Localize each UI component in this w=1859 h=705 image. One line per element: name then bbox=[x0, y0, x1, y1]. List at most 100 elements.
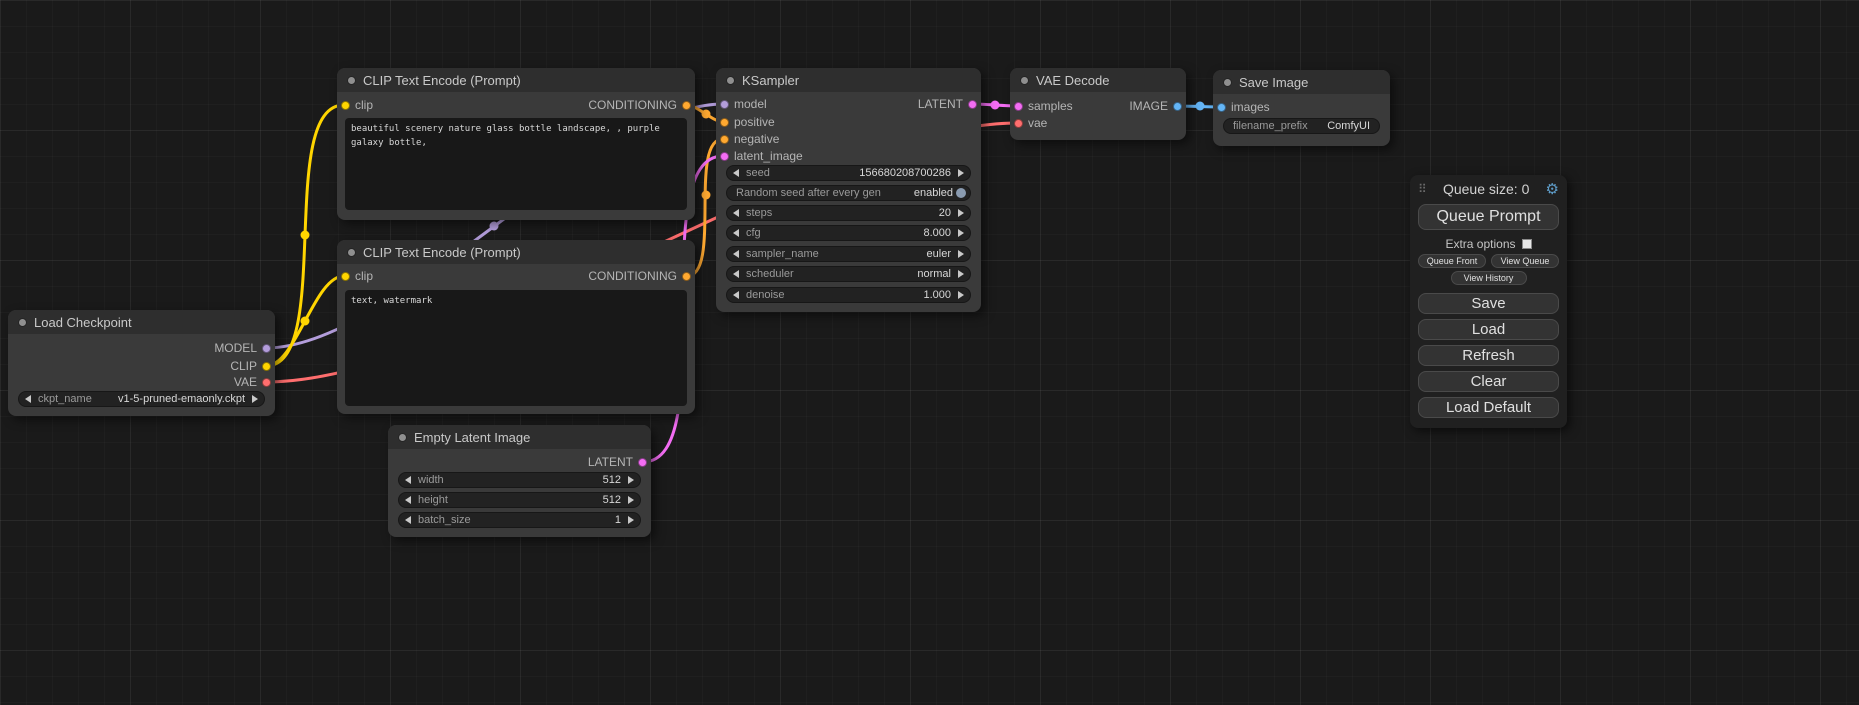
image-slot-dot[interactable] bbox=[1173, 102, 1182, 111]
scheduler-widget[interactable]: scheduler normal bbox=[726, 266, 971, 282]
widget-value: normal bbox=[917, 268, 951, 280]
sampler-name-widget[interactable]: sampler_name euler bbox=[726, 246, 971, 262]
node-clip-text-encode-negative[interactable]: CLIP Text Encode (Prompt) clip CONDITION… bbox=[337, 240, 695, 414]
node-titlebar[interactable]: VAE Decode bbox=[1010, 68, 1186, 92]
image-slot-dot[interactable] bbox=[1217, 103, 1226, 112]
collapse-dot-icon[interactable] bbox=[347, 76, 356, 85]
output-slot-latent: LATENT bbox=[918, 96, 977, 112]
load-button[interactable]: Load bbox=[1418, 319, 1559, 340]
node-empty-latent-image[interactable]: Empty Latent Image LATENT width 512 heig… bbox=[388, 425, 651, 537]
vae-slot-dot[interactable] bbox=[262, 378, 271, 387]
node-vae-decode[interactable]: VAE Decode samples vae IMAGE bbox=[1010, 68, 1186, 140]
view-queue-button[interactable]: View Queue bbox=[1491, 254, 1559, 268]
save-button[interactable]: Save bbox=[1418, 293, 1559, 314]
denoise-widget[interactable]: denoise 1.000 bbox=[726, 287, 971, 303]
conditioning-slot-dot[interactable] bbox=[720, 135, 729, 144]
vae-slot-dot[interactable] bbox=[1014, 119, 1023, 128]
clip-slot-dot[interactable] bbox=[341, 272, 350, 281]
slot-label: negative bbox=[734, 132, 779, 146]
prompt-textarea[interactable]: beautiful scenery nature glass bottle la… bbox=[345, 118, 687, 210]
ckpt-name-widget[interactable]: ckpt_name v1-5-pruned-emaonly.ckpt bbox=[18, 391, 265, 407]
load-default-button[interactable]: Load Default bbox=[1418, 397, 1559, 418]
increment-arrow-icon[interactable] bbox=[958, 291, 964, 299]
collapse-dot-icon[interactable] bbox=[347, 248, 356, 257]
decrement-arrow-icon[interactable] bbox=[733, 291, 739, 299]
node-titlebar[interactable]: Save Image bbox=[1213, 70, 1390, 94]
widget-label: width bbox=[418, 474, 444, 486]
refresh-button[interactable]: Refresh bbox=[1418, 345, 1559, 366]
extra-options-row: Extra options bbox=[1418, 236, 1559, 252]
increment-arrow-icon[interactable] bbox=[628, 516, 634, 524]
model-slot-dot[interactable] bbox=[720, 100, 729, 109]
height-widget[interactable]: height 512 bbox=[398, 492, 641, 508]
width-widget[interactable]: width 512 bbox=[398, 472, 641, 488]
increment-arrow-icon[interactable] bbox=[958, 250, 964, 258]
widget-value: 8.000 bbox=[923, 227, 951, 239]
increment-arrow-icon[interactable] bbox=[958, 270, 964, 278]
node-ksampler[interactable]: KSampler model positive negative latent_… bbox=[716, 68, 981, 312]
latent-slot-dot[interactable] bbox=[720, 152, 729, 161]
batch-size-widget[interactable]: batch_size 1 bbox=[398, 512, 641, 528]
clip-slot-dot[interactable] bbox=[341, 101, 350, 110]
conditioning-slot-dot[interactable] bbox=[720, 118, 729, 127]
comfy-menu-panel[interactable]: ⠿ Queue size: 0 ⚙ Queue Prompt Extra opt… bbox=[1410, 175, 1567, 428]
latent-slot-dot[interactable] bbox=[1014, 102, 1023, 111]
widget-value: ComfyUI bbox=[1327, 120, 1370, 132]
queue-front-button[interactable]: Queue Front bbox=[1418, 254, 1486, 268]
node-titlebar[interactable]: KSampler bbox=[716, 68, 981, 92]
view-history-button[interactable]: View History bbox=[1451, 271, 1527, 285]
decrement-arrow-icon[interactable] bbox=[25, 395, 31, 403]
node-titlebar[interactable]: Empty Latent Image bbox=[388, 425, 651, 449]
node-clip-text-encode-positive[interactable]: CLIP Text Encode (Prompt) clip CONDITION… bbox=[337, 68, 695, 220]
increment-arrow-icon[interactable] bbox=[958, 229, 964, 237]
seed-widget[interactable]: seed 156680208700286 bbox=[726, 165, 971, 181]
drag-handle-icon[interactable]: ⠿ bbox=[1418, 183, 1427, 195]
queue-prompt-button[interactable]: Queue Prompt bbox=[1418, 204, 1559, 230]
collapse-dot-icon[interactable] bbox=[398, 433, 407, 442]
model-slot-dot[interactable] bbox=[262, 344, 271, 353]
increment-arrow-icon[interactable] bbox=[628, 496, 634, 504]
node-titlebar[interactable]: CLIP Text Encode (Prompt) bbox=[337, 240, 695, 264]
node-graph-canvas[interactable]: Load Checkpoint MODEL CLIP VAE ckpt_name… bbox=[0, 0, 1859, 705]
link-dot bbox=[301, 231, 310, 240]
random-seed-widget[interactable]: Random seed after every gen enabled bbox=[726, 185, 971, 201]
collapse-dot-icon[interactable] bbox=[18, 318, 27, 327]
steps-widget[interactable]: steps 20 bbox=[726, 205, 971, 221]
node-titlebar[interactable]: CLIP Text Encode (Prompt) bbox=[337, 68, 695, 92]
collapse-dot-icon[interactable] bbox=[726, 76, 735, 85]
slot-label: MODEL bbox=[214, 341, 257, 355]
widget-label: filename_prefix bbox=[1233, 120, 1308, 132]
clear-button[interactable]: Clear bbox=[1418, 371, 1559, 392]
latent-slot-dot[interactable] bbox=[968, 100, 977, 109]
decrement-arrow-icon[interactable] bbox=[733, 270, 739, 278]
clip-slot-dot[interactable] bbox=[262, 362, 271, 371]
decrement-arrow-icon[interactable] bbox=[405, 496, 411, 504]
decrement-arrow-icon[interactable] bbox=[733, 169, 739, 177]
prompt-textarea[interactable]: text, watermark bbox=[345, 290, 687, 406]
conditioning-slot-dot[interactable] bbox=[682, 272, 691, 281]
decrement-arrow-icon[interactable] bbox=[405, 516, 411, 524]
decrement-arrow-icon[interactable] bbox=[405, 476, 411, 484]
slot-label: LATENT bbox=[588, 455, 633, 469]
node-load-checkpoint[interactable]: Load Checkpoint MODEL CLIP VAE ckpt_name… bbox=[8, 310, 275, 416]
decrement-arrow-icon[interactable] bbox=[733, 250, 739, 258]
collapse-dot-icon[interactable] bbox=[1020, 76, 1029, 85]
random-seed-toggle-dot[interactable] bbox=[956, 188, 966, 198]
widget-value: v1-5-pruned-emaonly.ckpt bbox=[118, 393, 245, 405]
collapse-dot-icon[interactable] bbox=[1223, 78, 1232, 87]
increment-arrow-icon[interactable] bbox=[958, 169, 964, 177]
increment-arrow-icon[interactable] bbox=[628, 476, 634, 484]
conditioning-slot-dot[interactable] bbox=[682, 101, 691, 110]
link-dot bbox=[702, 110, 711, 119]
extra-options-checkbox[interactable] bbox=[1522, 239, 1532, 249]
cfg-widget[interactable]: cfg 8.000 bbox=[726, 225, 971, 241]
node-save-image[interactable]: Save Image images filename_prefix ComfyU… bbox=[1213, 70, 1390, 146]
decrement-arrow-icon[interactable] bbox=[733, 229, 739, 237]
increment-arrow-icon[interactable] bbox=[958, 209, 964, 217]
decrement-arrow-icon[interactable] bbox=[733, 209, 739, 217]
latent-slot-dot[interactable] bbox=[638, 458, 647, 467]
node-titlebar[interactable]: Load Checkpoint bbox=[8, 310, 275, 334]
increment-arrow-icon[interactable] bbox=[252, 395, 258, 403]
filename-prefix-widget[interactable]: filename_prefix ComfyUI bbox=[1223, 118, 1380, 134]
settings-gear-icon[interactable]: ⚙ bbox=[1546, 182, 1559, 197]
